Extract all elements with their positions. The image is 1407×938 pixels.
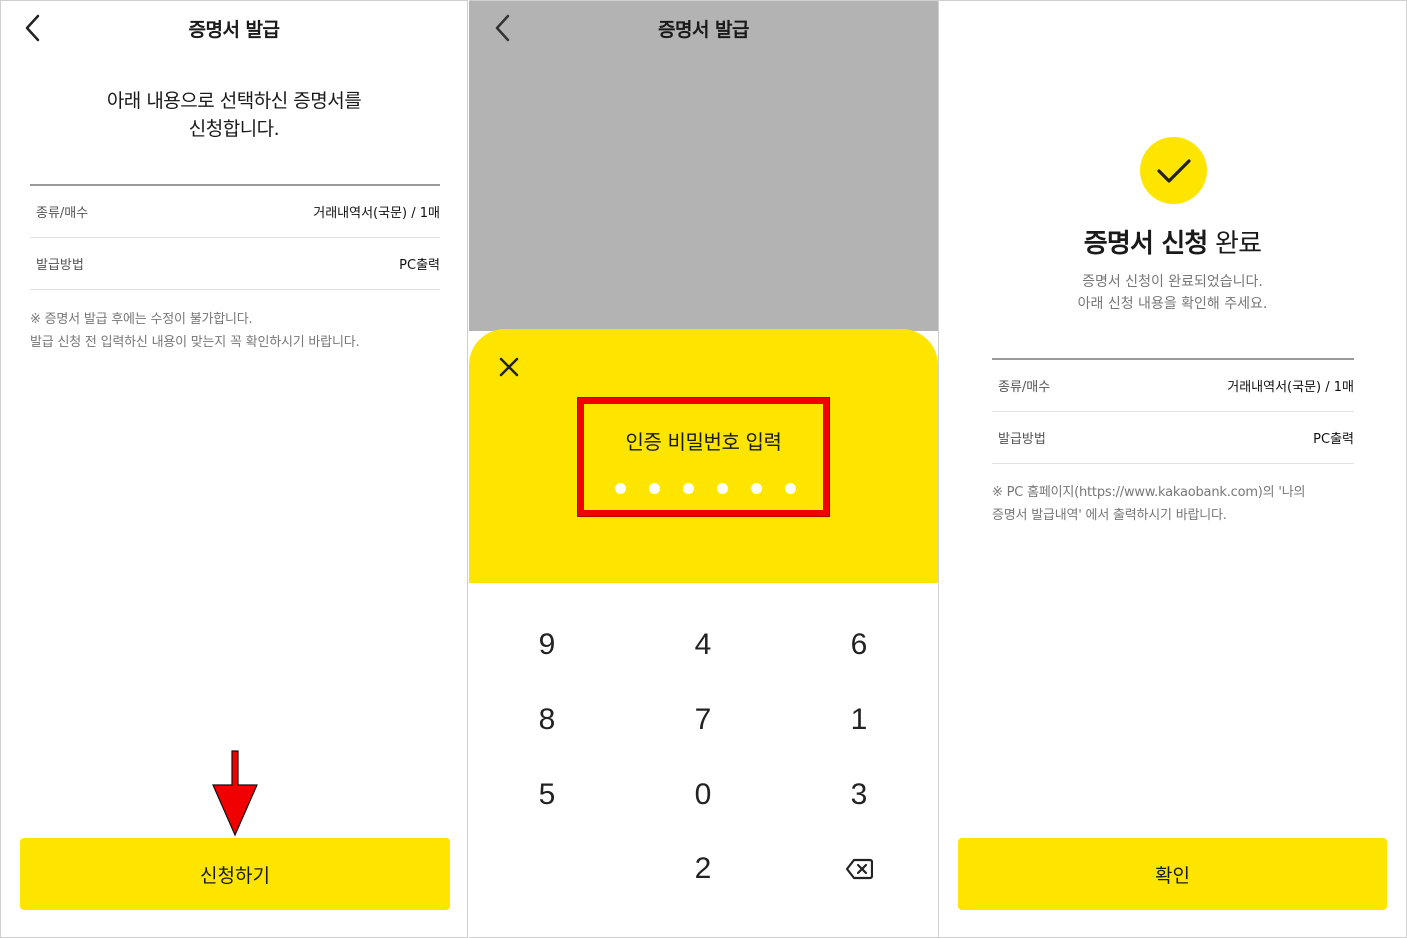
pin-dot: [751, 483, 762, 494]
info-row-type: 종류/매수 거래내역서(국문) / 1매: [30, 186, 440, 238]
backspace-icon: [845, 858, 873, 880]
page-title: 증명서 발급: [188, 19, 280, 41]
pin-dot: [649, 483, 660, 494]
info-value: 거래내역서(국문) / 1매: [313, 206, 440, 221]
check-icon: [1156, 158, 1191, 183]
info-label: 발급방법: [998, 432, 1046, 447]
keypad-key-1[interactable]: 1: [799, 690, 919, 750]
empty-key: [487, 839, 607, 899]
info-row-method: 발급방법 PC출력: [992, 412, 1354, 464]
notice: ※ 증명서 발급 후에는 수정이 불가합니다. 발급 신청 전 입력하신 내용이…: [30, 308, 360, 354]
keypad-key-8[interactable]: 8: [487, 690, 607, 750]
complete-subtitle: 증명서 신청이 완료되었습니다. 아래 신청 내용을 확인해 주세요.: [939, 271, 1406, 315]
close-icon[interactable]: [498, 356, 520, 378]
keypad-key-7[interactable]: 7: [643, 690, 763, 750]
info-value: 거래내역서(국문) / 1매: [1227, 380, 1354, 395]
intro-line-2: 신청합니다.: [188, 118, 280, 140]
complete-title: 증명서 신청 완료: [939, 223, 1406, 260]
complete-subtitle-2: 아래 신청 내용을 확인해 주세요.: [1077, 296, 1268, 312]
info-table: 종류/매수 거래내역서(국문) / 1매 발급방법 PC출력: [30, 184, 440, 290]
notice-line-1: ※ 증명서 발급 후에는 수정이 불가합니다.: [30, 312, 253, 327]
keypad-key-9[interactable]: 9: [487, 615, 607, 675]
intro-line-1: 아래 내용으로 선택하신 증명서를: [106, 90, 362, 112]
down-arrow-annotation: [212, 750, 258, 837]
complete-title-bold: 증명서 신청: [1083, 229, 1209, 259]
info-label: 발급방법: [36, 258, 84, 273]
complete-title-rest: 완료: [1207, 229, 1262, 259]
info-row-method: 발급방법 PC출력: [30, 238, 440, 290]
keypad-key-5[interactable]: 5: [487, 765, 607, 825]
submit-button[interactable]: 신청하기: [20, 838, 450, 910]
pin-title: 인증 비밀번호 입력: [625, 430, 782, 454]
pin-dot: [683, 483, 694, 494]
pin-dot: [785, 483, 796, 494]
notice-line-2: 증명서 발급내역' 에서 출력하시기 바랍니다.: [992, 508, 1227, 523]
info-label: 종류/매수: [36, 206, 89, 221]
notice-line-2: 발급 신청 전 입력하신 내용이 맞는지 꼭 확인하시기 바랍니다.: [30, 335, 360, 350]
keypad-key-4[interactable]: 4: [643, 615, 763, 675]
page-title: 증명서 발급: [657, 19, 750, 41]
complete-subtitle-1: 증명서 신청이 완료되었습니다.: [1082, 274, 1263, 290]
apply-screen: 증명서 발급 아래 내용으로 선택하신 증명서를 신청합니다. 종류/매수 거래…: [0, 0, 468, 938]
keypad-key-0[interactable]: 0: [643, 765, 763, 825]
keypad-key-2[interactable]: 2: [643, 839, 763, 899]
pin-dot: [717, 483, 728, 494]
pin-dots: [615, 483, 796, 494]
pin-dot: [615, 483, 626, 494]
info-table: 종류/매수 거래내역서(국문) / 1매 발급방법 PC출력: [992, 358, 1354, 464]
notice: ※ PC 홈페이지(https://www.kakaobank.com)의 '나…: [992, 481, 1305, 527]
complete-screen: 증명서 신청 완료 증명서 신청이 완료되었습니다. 아래 신청 내용을 확인해…: [938, 0, 1407, 938]
intro-text: 아래 내용으로 선택하신 증명서를 신청합니다.: [1, 87, 467, 143]
backspace-key[interactable]: [799, 839, 919, 899]
info-row-type: 종류/매수 거래내역서(국문) / 1매: [992, 360, 1354, 412]
keypad-key-6[interactable]: 6: [799, 615, 919, 675]
notice-line-1: ※ PC 홈페이지(https://www.kakaobank.com)의 '나…: [992, 485, 1306, 500]
keypad-key-3[interactable]: 3: [799, 765, 919, 825]
success-badge: [1140, 137, 1207, 204]
info-value: PC출력: [399, 258, 440, 273]
dim-overlay: [469, 1, 938, 331]
info-label: 종류/매수: [998, 380, 1051, 395]
confirm-button[interactable]: 확인: [958, 838, 1387, 910]
info-value: PC출력: [1313, 432, 1354, 447]
pin-input-highlight: 인증 비밀번호 입력: [577, 397, 830, 517]
